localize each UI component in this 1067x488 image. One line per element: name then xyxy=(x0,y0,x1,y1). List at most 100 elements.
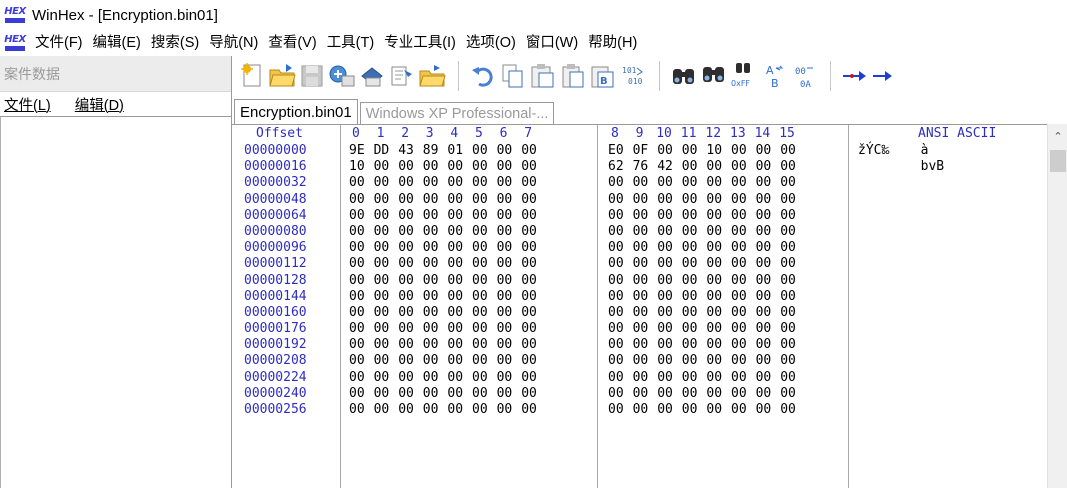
ascii-text[interactable]: bvB xyxy=(858,159,944,175)
hex-byte[interactable]: 00 xyxy=(780,337,796,353)
hex-byte[interactable]: 00 xyxy=(682,273,698,289)
hex-byte[interactable]: 00 xyxy=(521,175,537,191)
hex-byte[interactable]: 00 xyxy=(374,321,390,337)
hex-byte[interactable]: 00 xyxy=(497,175,513,191)
hex-byte[interactable]: 00 xyxy=(398,208,414,224)
hex-byte[interactable]: 00 xyxy=(633,289,649,305)
hex-byte[interactable]: 00 xyxy=(521,386,537,402)
menu-edit[interactable]: 编辑(E) xyxy=(88,30,146,56)
row-offset[interactable]: 00000256 xyxy=(244,402,307,418)
hex-byte[interactable]: 00 xyxy=(398,240,414,256)
hex-byte[interactable]: 00 xyxy=(731,337,747,353)
scrollbar-thumb[interactable] xyxy=(1050,150,1066,172)
replace-hex-icon[interactable]: 00 0A xyxy=(790,62,818,90)
save-all-icon[interactable] xyxy=(328,62,356,90)
save-icon[interactable] xyxy=(298,62,326,90)
hex-byte[interactable]: 00 xyxy=(682,208,698,224)
hex-byte[interactable]: 00 xyxy=(706,370,722,386)
hex-byte[interactable]: 00 xyxy=(756,159,772,175)
hex-byte[interactable]: 00 xyxy=(706,273,722,289)
hex-byte[interactable]: 00 xyxy=(706,208,722,224)
menu-help[interactable]: 帮助(H) xyxy=(583,30,642,56)
hex-byte[interactable]: 00 xyxy=(731,224,747,240)
hex-byte[interactable]: 00 xyxy=(731,402,747,418)
hex-byte[interactable]: 00 xyxy=(780,159,796,175)
hex-byte[interactable]: 00 xyxy=(521,353,537,369)
hex-byte[interactable]: 00 xyxy=(472,159,488,175)
hex-byte[interactable]: 00 xyxy=(731,386,747,402)
hex-byte[interactable]: 00 xyxy=(374,224,390,240)
hex-byte[interactable]: 00 xyxy=(756,386,772,402)
hex-byte[interactable]: 00 xyxy=(657,321,673,337)
hex-byte[interactable]: 00 xyxy=(780,143,796,159)
hex-byte[interactable]: 00 xyxy=(423,337,439,353)
hex-byte[interactable]: 00 xyxy=(633,370,649,386)
hex-byte[interactable]: 00 xyxy=(657,337,673,353)
hex-byte[interactable]: 00 xyxy=(349,273,365,289)
hex-byte[interactable]: 00 xyxy=(497,386,513,402)
hex-byte[interactable]: 00 xyxy=(731,273,747,289)
hex-byte[interactable]: 00 xyxy=(349,224,365,240)
hex-byte[interactable]: 00 xyxy=(731,192,747,208)
hex-byte[interactable]: 00 xyxy=(608,353,624,369)
menu-navigation[interactable]: 导航(N) xyxy=(204,30,263,56)
hex-byte[interactable]: 00 xyxy=(780,224,796,240)
hex-byte[interactable]: 0F xyxy=(633,143,649,159)
hex-byte[interactable]: 00 xyxy=(731,256,747,272)
hex-byte[interactable]: 00 xyxy=(447,370,463,386)
hex-byte[interactable]: 00 xyxy=(374,256,390,272)
hex-byte[interactable]: 00 xyxy=(706,321,722,337)
hex-byte[interactable]: 00 xyxy=(497,289,513,305)
row-offset[interactable]: 00000224 xyxy=(244,370,307,386)
hex-byte[interactable]: 00 xyxy=(349,321,365,337)
hex-byte[interactable]: 00 xyxy=(521,240,537,256)
hex-byte[interactable]: 00 xyxy=(608,386,624,402)
tab-encryption-bin01[interactable]: Encryption.bin01 xyxy=(234,99,358,124)
hex-byte[interactable]: 00 xyxy=(633,240,649,256)
hex-byte[interactable]: 00 xyxy=(521,402,537,418)
hex-byte[interactable]: 00 xyxy=(447,337,463,353)
hex-byte[interactable]: 00 xyxy=(608,192,624,208)
row-offset[interactable]: 00000192 xyxy=(244,337,307,353)
hex-byte[interactable]: 9E xyxy=(349,143,365,159)
open-folder-alt-icon[interactable] xyxy=(418,62,446,90)
hex-byte[interactable]: 00 xyxy=(657,289,673,305)
hex-byte[interactable]: 00 xyxy=(423,208,439,224)
hex-byte[interactable]: 10 xyxy=(706,143,722,159)
hex-byte[interactable]: 00 xyxy=(398,273,414,289)
hex-byte[interactable]: 00 xyxy=(657,224,673,240)
hex-byte[interactable]: 00 xyxy=(447,256,463,272)
hex-byte[interactable]: 00 xyxy=(423,370,439,386)
hex-byte[interactable]: 00 xyxy=(633,273,649,289)
hex-byte[interactable]: 00 xyxy=(472,337,488,353)
new-file-icon[interactable] xyxy=(238,62,266,90)
row-offset[interactable]: 00000144 xyxy=(244,289,307,305)
hex-byte[interactable]: 00 xyxy=(780,273,796,289)
hex-byte[interactable]: 00 xyxy=(447,305,463,321)
hex-byte[interactable]: 00 xyxy=(349,402,365,418)
scroll-up-arrow-icon[interactable]: ⌃ xyxy=(1048,128,1067,146)
hex-byte[interactable]: 00 xyxy=(398,224,414,240)
hex-byte[interactable]: 00 xyxy=(423,386,439,402)
hex-byte[interactable]: 00 xyxy=(398,337,414,353)
hex-byte[interactable]: 00 xyxy=(682,386,698,402)
hex-byte[interactable]: 00 xyxy=(521,273,537,289)
hex-byte[interactable]: 00 xyxy=(706,305,722,321)
hex-byte[interactable]: 00 xyxy=(521,370,537,386)
hex-byte[interactable]: 00 xyxy=(706,353,722,369)
hex-byte[interactable]: 00 xyxy=(497,321,513,337)
hex-byte[interactable]: 00 xyxy=(608,273,624,289)
hex-byte[interactable]: 00 xyxy=(398,402,414,418)
hex-byte[interactable]: 00 xyxy=(633,256,649,272)
hex-byte[interactable]: 00 xyxy=(374,370,390,386)
hex-byte[interactable]: 00 xyxy=(349,208,365,224)
hex-byte[interactable]: 00 xyxy=(608,224,624,240)
hex-byte[interactable]: 00 xyxy=(472,321,488,337)
hex-byte[interactable]: 00 xyxy=(423,175,439,191)
hex-byte[interactable]: 00 xyxy=(521,208,537,224)
hex-byte[interactable]: 00 xyxy=(633,175,649,191)
hex-byte[interactable]: 00 xyxy=(423,192,439,208)
hex-byte[interactable]: 00 xyxy=(497,159,513,175)
hex-byte[interactable]: 00 xyxy=(608,289,624,305)
hex-byte[interactable]: 00 xyxy=(521,337,537,353)
